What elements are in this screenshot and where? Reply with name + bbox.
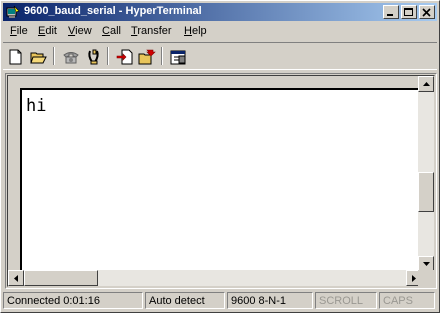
open-folder-icon <box>30 52 47 64</box>
toolbar-separator <box>53 47 55 65</box>
send-button[interactable] <box>113 46 135 68</box>
horizontal-scroll-thumb[interactable] <box>24 270 98 286</box>
close-button[interactable] <box>419 5 435 19</box>
toolbar-separator <box>161 47 163 65</box>
open-button[interactable] <box>27 46 49 68</box>
status-caps-lock: CAPS <box>379 292 435 309</box>
disconnect-phone-icon <box>88 49 99 65</box>
new-connection-button[interactable] <box>5 46 27 68</box>
status-bar: Connected 0:01:16 Auto detect 9600 8-N-1… <box>3 291 437 311</box>
menu-call[interactable]: Call <box>102 25 121 37</box>
close-icon <box>422 8 431 17</box>
title-bar[interactable]: 9600_baud_serial - HyperTerminal <box>3 3 437 21</box>
new-document-icon <box>9 49 22 65</box>
call-button[interactable] <box>59 46 81 68</box>
maximize-button[interactable] <box>401 5 417 19</box>
connect-phone-icon <box>63 52 79 64</box>
arrow-up-icon <box>423 82 430 86</box>
maximize-icon <box>404 8 413 16</box>
receive-file-icon <box>138 49 156 65</box>
scroll-up-button[interactable] <box>418 76 434 92</box>
disconnect-button[interactable] <box>82 46 104 68</box>
receive-button[interactable] <box>135 46 157 68</box>
toolbar-separator <box>107 47 109 65</box>
menu-help[interactable]: Help <box>184 25 207 37</box>
menu-edit[interactable]: Edit <box>38 25 57 37</box>
vertical-scrollbar[interactable] <box>418 76 434 272</box>
properties-icon <box>170 50 186 65</box>
menu-file[interactable]: File <box>10 25 28 37</box>
terminal-screen[interactable]: hi <box>20 88 418 274</box>
arrow-left-icon <box>14 275 18 282</box>
terminal-pane: hi <box>7 75 435 287</box>
horizontal-scrollbar[interactable] <box>8 270 422 286</box>
menu-transfer[interactable]: Transfer <box>131 25 172 37</box>
menu-bar: File Edit View Call Transfer Help <box>3 23 437 41</box>
hyperterminal-window: 9600_baud_serial - HyperTerminal File Ed… <box>0 0 440 313</box>
status-port-settings: 9600 8-N-1 <box>227 292 313 309</box>
vertical-scroll-thumb[interactable] <box>418 172 434 212</box>
terminal-frame: hi <box>5 73 437 289</box>
toolbar <box>3 42 437 70</box>
scrollbar-corner <box>418 270 434 286</box>
terminal-text: hi <box>26 96 47 116</box>
window-title: 9600_baud_serial - HyperTerminal <box>24 5 202 17</box>
status-detect: Auto detect <box>145 292 225 309</box>
properties-button[interactable] <box>167 46 189 68</box>
status-connection: Connected 0:01:16 <box>3 292 143 309</box>
minimize-icon <box>387 14 393 16</box>
arrow-right-icon <box>412 275 416 282</box>
status-scroll-lock: SCROLL <box>315 292 377 309</box>
arrow-down-icon <box>423 262 430 266</box>
menu-view[interactable]: View <box>68 25 92 37</box>
send-file-icon <box>116 49 133 65</box>
hyperterminal-app-icon[interactable] <box>6 5 20 19</box>
scroll-left-button[interactable] <box>8 270 24 286</box>
minimize-button[interactable] <box>383 5 399 19</box>
